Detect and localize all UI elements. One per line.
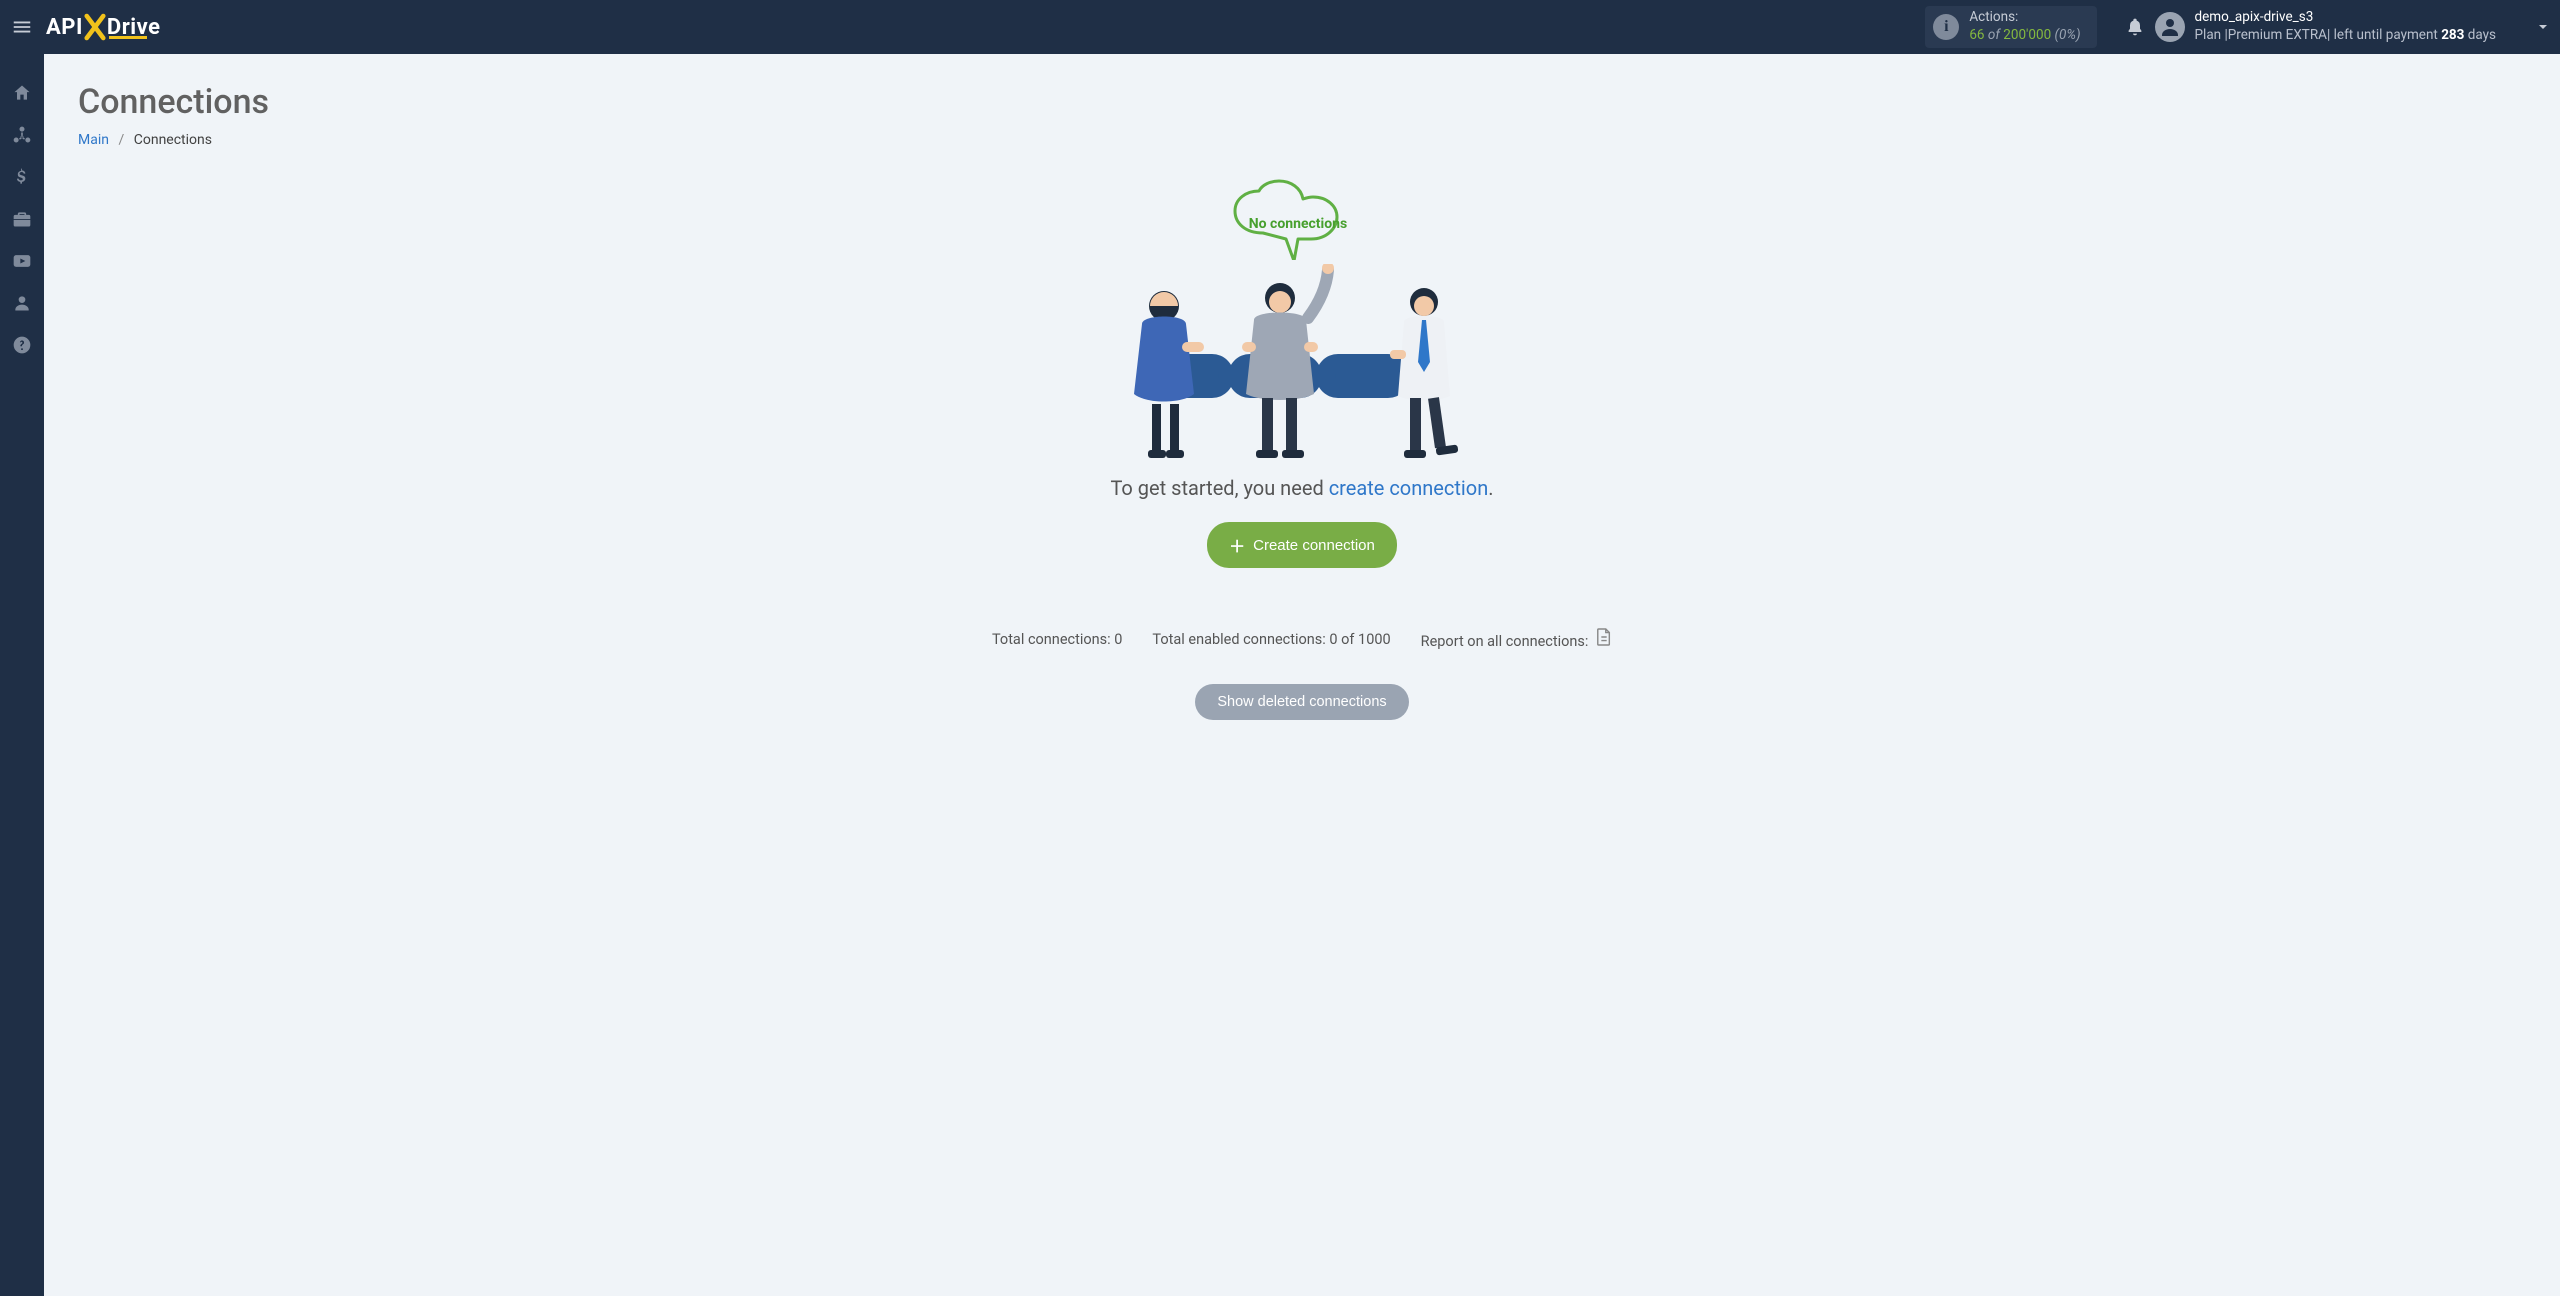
breadcrumb-main[interactable]: Main: [78, 132, 109, 148]
actions-text: Actions: 66 of 200'000 (0%): [1969, 9, 2080, 44]
actions-label: Actions:: [1969, 9, 2080, 27]
briefcase-icon: [12, 209, 32, 229]
sidebar-item-briefcase[interactable]: [0, 198, 44, 240]
page-title: Connections: [78, 82, 2526, 122]
stat-total: Total connections: 0: [992, 631, 1122, 648]
actions-total: 200'000: [2003, 27, 2051, 43]
sidebar-item-video[interactable]: [0, 240, 44, 282]
actions-count: 66: [1969, 27, 1984, 43]
logo[interactable]: API Drive: [46, 13, 160, 41]
breadcrumb-current: Connections: [134, 132, 212, 148]
sidebar: [0, 54, 44, 1296]
user-menu[interactable]: demo_apix-drive_s3 Plan |Premium EXTRA| …: [2155, 9, 2496, 44]
user-icon: [12, 293, 32, 313]
show-deleted-button[interactable]: Show deleted connections: [1195, 684, 1408, 720]
notifications-button[interactable]: [2115, 17, 2155, 37]
report-download-icon[interactable]: [1596, 628, 1612, 646]
stats-row: Total connections: 0 Total enabled conne…: [78, 628, 2526, 650]
logo-x-icon: [84, 13, 106, 41]
info-icon: i: [1933, 14, 1959, 40]
people-illustration: [1122, 264, 1482, 464]
help-icon: [12, 335, 32, 355]
plus-icon: ＋: [1229, 533, 1245, 557]
stat-enabled-value: 0 of 1000: [1329, 631, 1390, 648]
create-connection-button[interactable]: ＋ Create connection: [1207, 522, 1397, 568]
empty-lead: To get started, you need create connecti…: [78, 476, 2526, 500]
cloud-label: No connections: [1218, 216, 1378, 232]
hamburger-icon: [11, 16, 33, 38]
lead-after: .: [1488, 476, 1493, 500]
user-name: demo_apix-drive_s3: [2195, 9, 2496, 27]
topbar: API Drive i Actions: 66 of 200'000 (0%): [0, 0, 2560, 54]
create-connection-button-label: Create connection: [1253, 537, 1375, 554]
user-info: demo_apix-drive_s3 Plan |Premium EXTRA| …: [2195, 9, 2496, 44]
menu-toggle[interactable]: [0, 0, 44, 54]
create-connection-link[interactable]: create connection: [1329, 476, 1489, 500]
actions-counter[interactable]: i Actions: 66 of 200'000 (0%): [1925, 6, 2096, 48]
video-icon: [12, 251, 32, 271]
sidebar-item-account[interactable]: [0, 282, 44, 324]
avatar-icon: [2155, 12, 2185, 42]
stat-enabled: Total enabled connections: 0 of 1000: [1152, 631, 1390, 648]
sidebar-item-help[interactable]: [0, 324, 44, 366]
user-plan: Plan |Premium EXTRA| left until payment …: [2195, 27, 2496, 45]
empty-state: No connections: [78, 178, 2526, 720]
dollar-icon: [12, 167, 32, 187]
connections-icon: [12, 125, 32, 145]
lead-before: To get started, you need: [1110, 476, 1328, 500]
cloud-bubble: [1218, 178, 1378, 252]
stat-total-value: 0: [1114, 631, 1122, 648]
user-menu-chevron[interactable]: [2526, 19, 2560, 35]
home-icon: [12, 83, 32, 103]
main-content: Connections Main / Connections No connec…: [44, 54, 2560, 1296]
breadcrumb-separator: /: [118, 132, 124, 148]
breadcrumb: Main / Connections: [78, 132, 2526, 148]
empty-illustration: No connections: [1122, 178, 1482, 458]
chevron-down-icon: [2535, 19, 2551, 35]
actions-percent: (0%): [2055, 27, 2081, 43]
sidebar-item-billing[interactable]: [0, 156, 44, 198]
logo-text-drive: Drive: [107, 15, 161, 39]
actions-of: of: [1988, 27, 2000, 43]
sidebar-item-connections[interactable]: [0, 114, 44, 156]
logo-text-api: API: [46, 15, 83, 40]
sidebar-item-home[interactable]: [0, 72, 44, 114]
stat-report: Report on all connections:: [1421, 628, 1612, 650]
bell-icon: [2125, 17, 2145, 37]
